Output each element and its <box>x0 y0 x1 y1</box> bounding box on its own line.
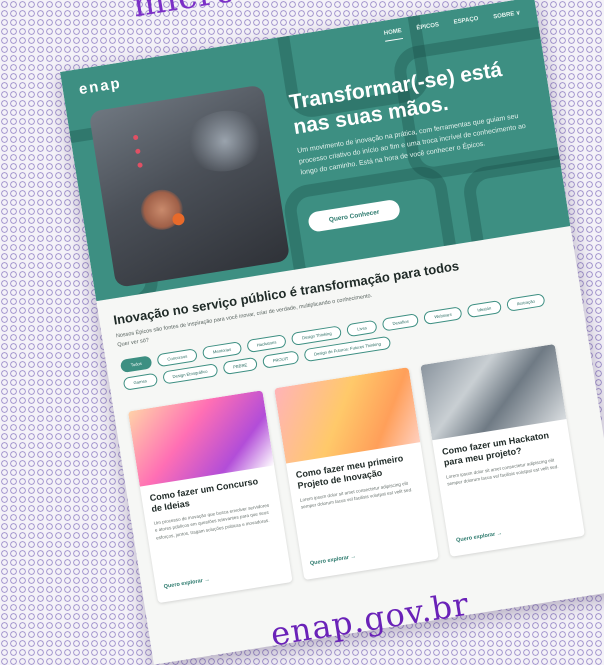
tag-design-thinking[interactable]: Design Thinking <box>291 325 343 346</box>
tag-concursos[interactable]: Concursos <box>156 348 199 368</box>
card-explore-link[interactable]: Quero explorar → <box>310 554 357 567</box>
tag-games[interactable]: Games <box>122 372 158 391</box>
tag-frouit[interactable]: FROUIT <box>261 350 300 369</box>
photo-dot <box>135 148 141 155</box>
hero-photo <box>88 84 291 288</box>
tag-desafios[interactable]: Desafios <box>381 313 420 332</box>
tag-mentorias[interactable]: Mentorias <box>201 341 242 361</box>
website-screenshot: enap Home Épicos Espaço Sobre ∨ Transfor… <box>60 0 604 665</box>
tag-design-etnografico[interactable]: Design Etnográfico <box>161 363 219 385</box>
nav-espaco[interactable]: Espaço <box>453 16 479 31</box>
tag-pbbre[interactable]: PBBRE <box>222 356 259 376</box>
tag-hackatons[interactable]: Hackatons <box>245 334 288 354</box>
card-projeto-inovacao[interactable]: Como fazer meu primeiro Projeto de Inova… <box>274 367 439 581</box>
photo-dot <box>137 162 143 168</box>
card-image <box>420 343 567 441</box>
card-image <box>274 367 421 464</box>
hero-bg-shape <box>460 149 571 284</box>
tag-ideaton[interactable]: Ideatón <box>466 299 503 319</box>
nav-sobre[interactable]: Sobre ∨ <box>493 9 522 24</box>
photo-highlight <box>180 105 270 177</box>
card-concurso-ideias[interactable]: Como fazer um Concurso de Ideias Um proc… <box>127 390 293 604</box>
card-hackaton[interactable]: Como fazer um Hackaton para meu projeto?… <box>420 343 585 557</box>
card-grid: Como fazer um Concurso de Ideias Um proc… <box>127 343 585 604</box>
microlearning-label: microlearning <box>130 0 389 26</box>
card-image <box>127 390 275 487</box>
tag-ilustracao[interactable]: Ilustração <box>506 293 546 312</box>
nav-epicos[interactable]: Épicos <box>416 22 440 36</box>
hero-section: enap Home Épicos Espaço Sobre ∨ Transfor… <box>60 0 571 302</box>
photo-hand <box>137 186 186 233</box>
tag-todos[interactable]: Todos <box>119 355 153 374</box>
tag-webinars[interactable]: Webinars <box>423 306 463 325</box>
photo-dot <box>132 134 139 141</box>
tag-lives[interactable]: Lives <box>346 319 378 338</box>
card-explore-link[interactable]: Quero explorar → <box>163 577 210 590</box>
logo[interactable]: enap <box>78 75 123 99</box>
card-explore-link[interactable]: Quero explorar → <box>456 531 503 544</box>
